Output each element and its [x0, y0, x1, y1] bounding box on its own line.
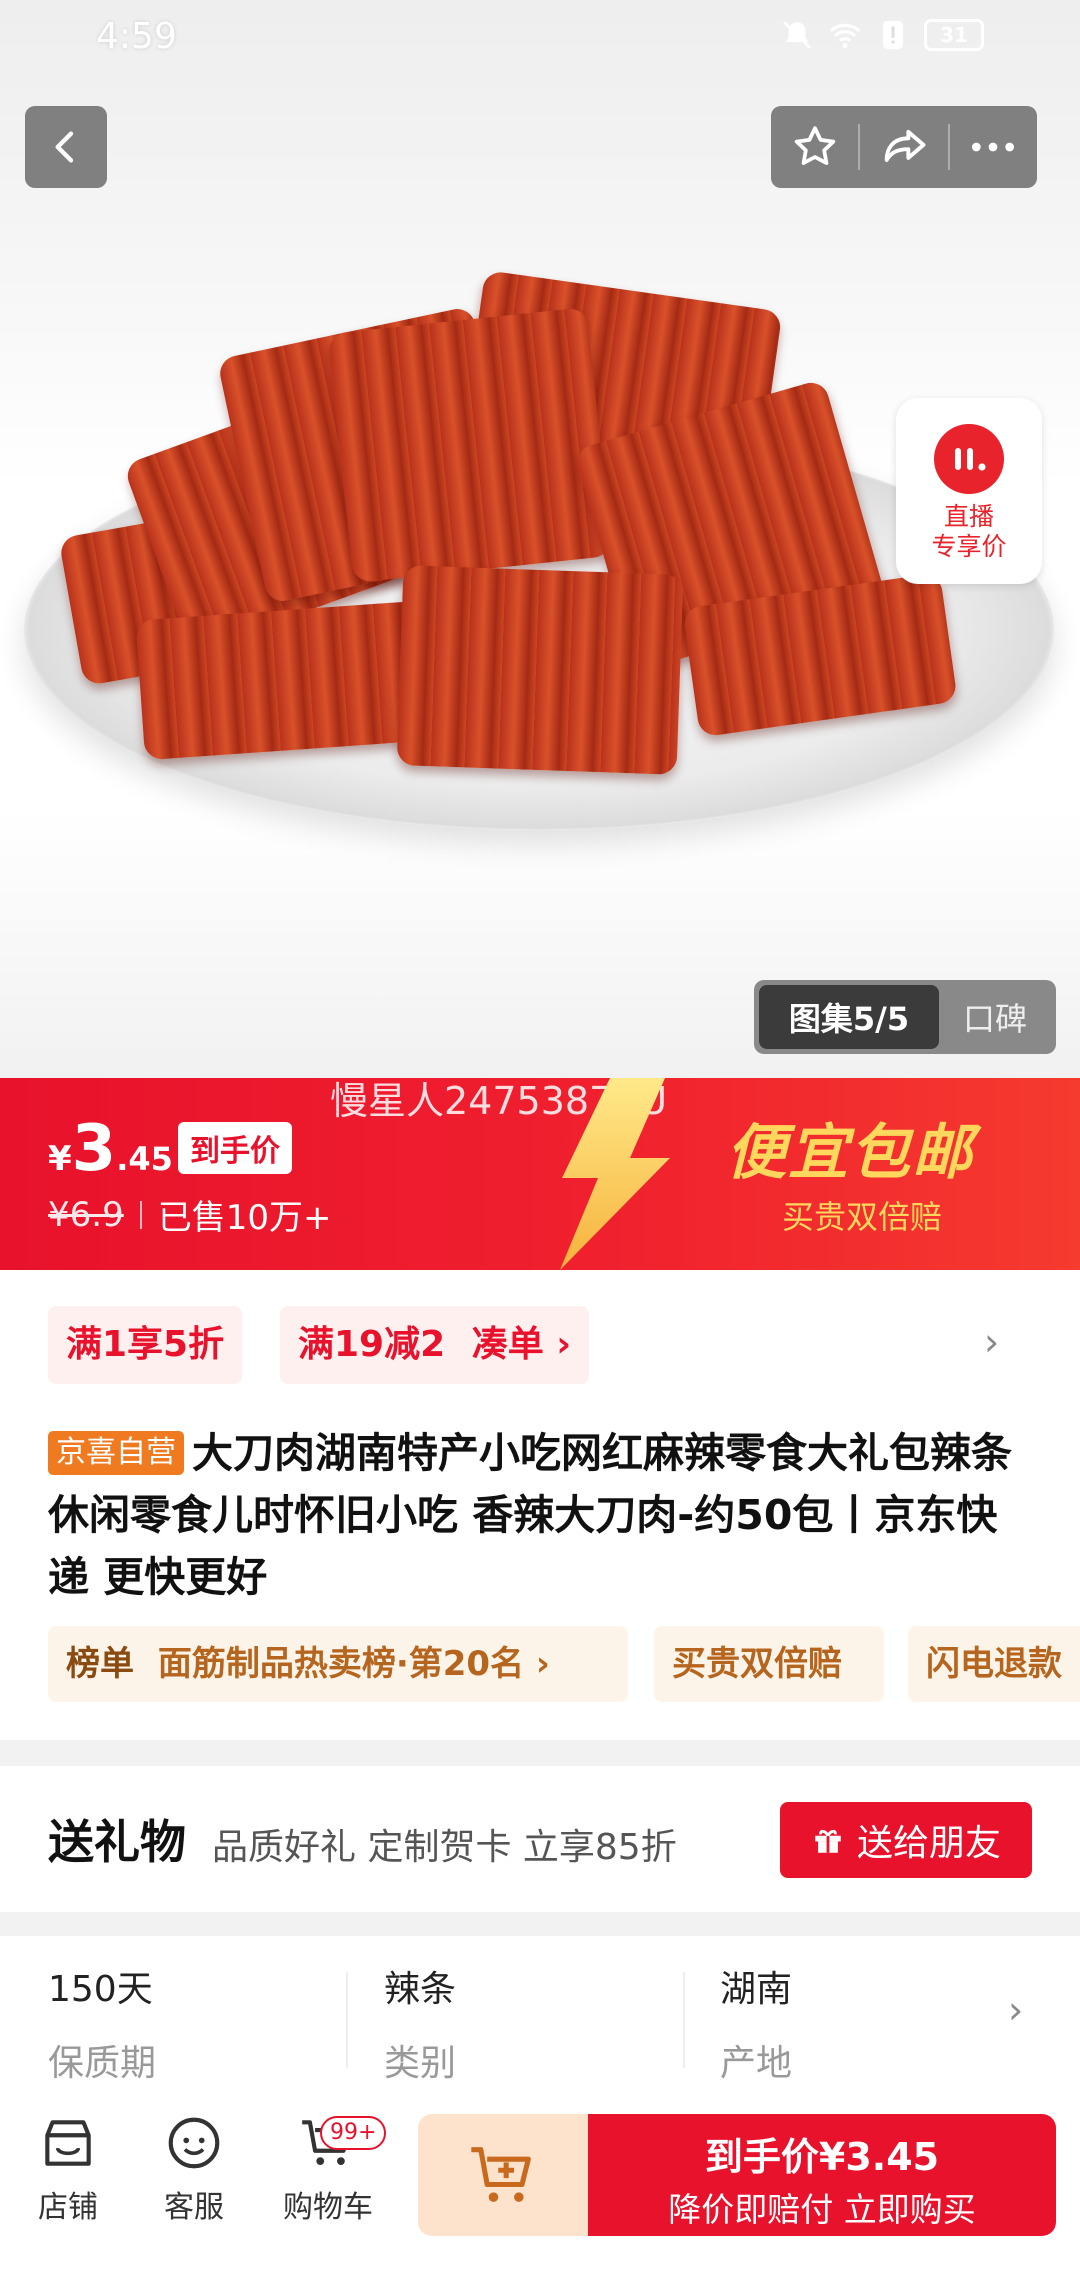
spec-key: 类别: [384, 2043, 457, 2084]
more-icon: [972, 142, 1015, 152]
coupon-reduction-label: 满19减2: [298, 1324, 446, 1365]
ranking-label: 榜单: [66, 1644, 134, 1684]
store-label: 店铺: [38, 2190, 98, 2225]
chevron-right-icon[interactable]: ›: [1008, 1988, 1023, 2032]
battery-indicator: 31: [924, 19, 984, 51]
send-gift-button[interactable]: 送给朋友: [780, 1802, 1032, 1878]
tab-gallery[interactable]: 图集5/5: [759, 985, 939, 1049]
store-tab[interactable]: 店铺: [8, 2112, 128, 2226]
wifi-icon: [829, 23, 861, 49]
live-icon: [934, 424, 1004, 494]
share-button[interactable]: [860, 106, 947, 188]
product-title-text: 大刀肉湖南特产小吃网红麻辣零食大礼包辣条休闲零食儿时怀旧小吃 香辣大刀肉-约50…: [48, 1429, 1012, 1601]
cart-count-badge: 99+: [320, 2116, 387, 2150]
divider: [683, 1972, 685, 2068]
spec-shelf-life: 150天 保质期: [48, 1960, 156, 2086]
coupon-combine-link[interactable]: 凑单 ›: [472, 1324, 571, 1365]
spec-value: 湖南: [720, 1969, 793, 2010]
divider: [346, 1972, 348, 2068]
product-strip: [396, 565, 684, 775]
refund-tag[interactable]: 闪电退款: [908, 1626, 1080, 1702]
store-type-tag: 京喜自营: [48, 1431, 184, 1475]
add-to-cart-button[interactable]: [418, 2114, 588, 2236]
price-subline: ¥6.9 已售10万+: [48, 1190, 331, 1239]
add-cart-icon: [471, 2147, 531, 2202]
spec-key: 保质期: [48, 2043, 157, 2084]
divider: [139, 1200, 142, 1229]
product-info-section: 满1享5折 满19减2 凑单 › › 京喜自营 大刀肉湖南特产小吃网红麻辣零食大礼…: [0, 1270, 1080, 1740]
price-decimal: .45: [116, 1140, 173, 1178]
favorite-button[interactable]: [771, 106, 858, 188]
ranking-value: 面筋制品热卖榜·第20名 ›: [157, 1644, 550, 1684]
share-icon: [884, 129, 926, 162]
more-button[interactable]: [950, 106, 1037, 188]
spec-value: 辣条: [384, 1969, 457, 2010]
buy-price-label: 到手价¥3.45: [704, 2135, 940, 2179]
back-button[interactable]: [25, 106, 107, 188]
star-icon: [794, 126, 835, 165]
store-icon: [45, 2120, 91, 2166]
live-badge-line2: 专享价: [931, 532, 1007, 561]
current-price: ¥ 3 .45: [48, 1112, 173, 1186]
gift-icon: [815, 1829, 841, 1853]
gift-label: 送礼物: [48, 1815, 186, 1869]
promo-subtitle: 买贵双倍赔: [782, 1198, 943, 1236]
status-bar: 4:59 31: [0, 14, 1080, 64]
gift-description: 品质好礼 定制贺卡 立享85折: [212, 1827, 677, 1868]
product-title: 京喜自营 大刀肉湖南特产小吃网红麻辣零食大礼包辣条休闲零食儿时怀旧小吃 香辣大刀肉…: [48, 1422, 1038, 1608]
alert-icon: [883, 20, 903, 50]
buy-now-button[interactable]: 到手价¥3.45 降价即赔付 立即购买: [588, 2114, 1056, 2236]
spec-value: 150天: [48, 1969, 153, 2010]
spec-summary[interactable]: 150天 保质期 辣条 类别 湖南 产地 ›: [0, 1936, 1080, 2096]
coupon-chip-discount[interactable]: 满1享5折: [48, 1306, 243, 1384]
status-time: 4:59: [96, 16, 177, 57]
product-strip: [327, 307, 613, 583]
ranking-tag[interactable]: 榜单 面筋制品热卖榜·第20名 ›: [48, 1626, 628, 1702]
price-banner: 慢星人2475387XU ¥ 3 .45 到手价 ¥6.9 已售10万+ 便宜包…: [0, 1078, 1080, 1270]
mute-icon: [783, 21, 811, 49]
lightning-bolt-icon: [560, 1078, 670, 1270]
final-price-tag: 到手价: [178, 1122, 292, 1174]
buy-subtitle: 降价即赔付 立即购买: [668, 2190, 976, 2229]
promo-title: 便宜包邮: [726, 1118, 974, 1188]
live-badge-line1: 直播: [943, 502, 994, 531]
bottom-action-bar: 店铺 客服 购物车 99+ 到手价¥3.45 降价即赔付 立即购买: [0, 2096, 1080, 2280]
send-gift-label: 送给朋友: [856, 1823, 1001, 1864]
spec-category: 辣条 类别: [384, 1960, 456, 2086]
service-label: 客服: [164, 2190, 224, 2225]
coupon-chevron-icon[interactable]: ›: [984, 1320, 999, 1364]
cart-label: 购物车: [283, 2190, 373, 2225]
spec-key: 产地: [720, 2043, 793, 2084]
price-currency: ¥: [48, 1139, 72, 1179]
product-detail-page: 4:59 31 直播 专享价 图集5/5 口碑 慢星人2475387XU ¥ 3…: [0, 0, 1080, 2280]
price-integer: 3: [71, 1112, 117, 1186]
spec-origin: 湖南 产地: [720, 1960, 792, 2086]
top-action-group: [771, 106, 1037, 188]
sold-count: 已售10万+: [157, 1198, 332, 1238]
tab-reviews[interactable]: 口碑: [939, 994, 1051, 1040]
coupon-chip-reduction[interactable]: 满19减2 凑单 ›: [280, 1306, 590, 1384]
guarantee-tag[interactable]: 买贵双倍赔: [654, 1626, 884, 1702]
product-image-gallery[interactable]: 4:59 31 直播 专享价 图集5/5 口碑: [0, 0, 1080, 1080]
gallery-tabs: 图集5/5 口碑: [754, 980, 1056, 1054]
service-tab[interactable]: 客服: [134, 2112, 254, 2226]
gift-section: 送礼物 品质好礼 定制贺卡 立享85折 送给朋友: [0, 1766, 1080, 1912]
chevron-left-icon: [55, 131, 74, 163]
original-price: ¥6.9: [48, 1194, 124, 1235]
customer-service-icon: [168, 2117, 220, 2169]
live-price-badge[interactable]: 直播 专享价: [896, 398, 1042, 584]
